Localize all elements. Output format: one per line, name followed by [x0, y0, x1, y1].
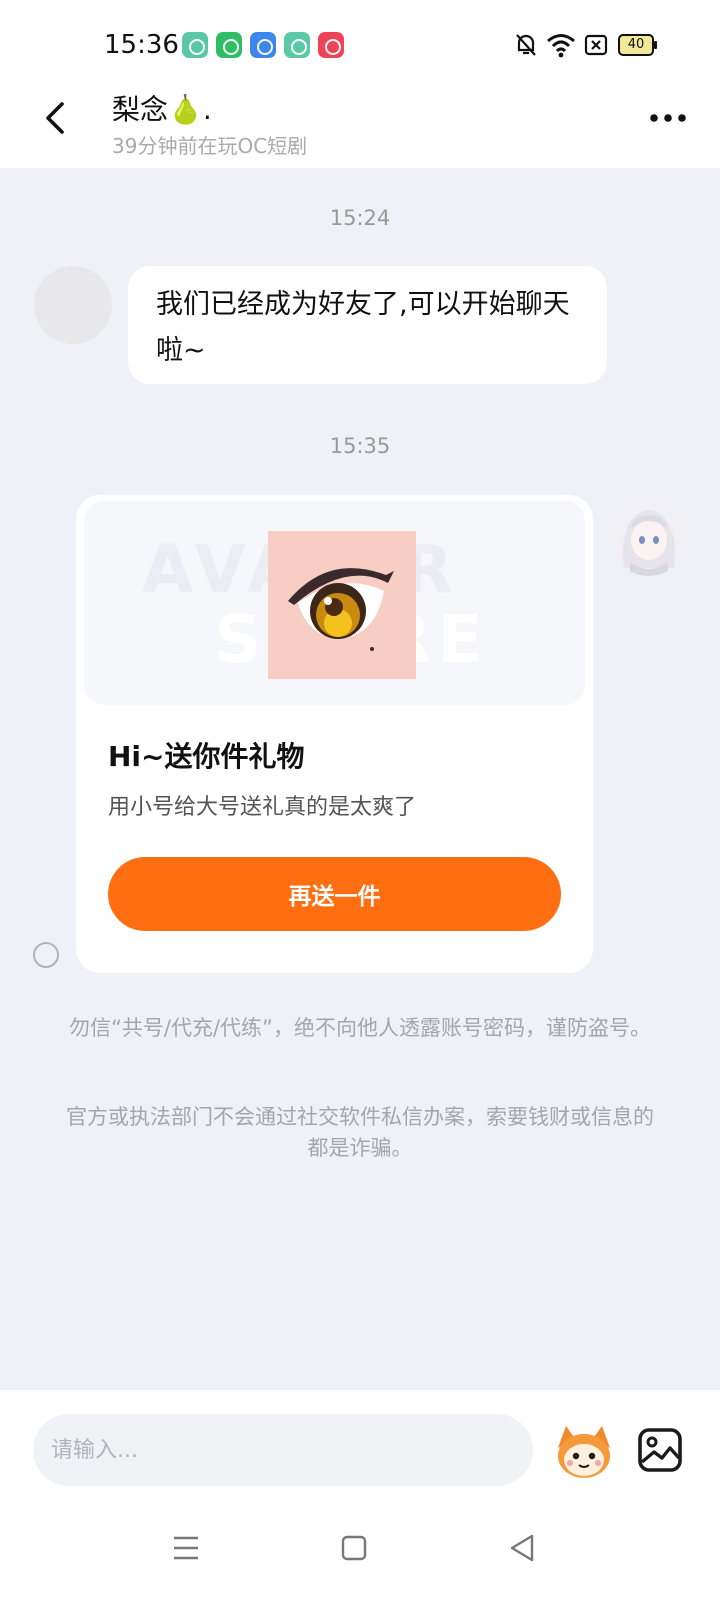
mascot-sticker-icon: [558, 1426, 610, 1478]
gift-title: Hi~送你件礼物: [108, 740, 305, 773]
triangle-back-icon: [510, 1534, 534, 1562]
no-sim-icon: [584, 34, 608, 56]
safety-notice-fraud: 官方或执法部门不会通过社交软件私信办案，索要钱财或信息的都是诈骗。: [66, 1105, 654, 1160]
chevron-left-icon: [46, 102, 64, 134]
shield-app-icon: [216, 32, 242, 58]
message-select-radio[interactable]: [33, 942, 59, 968]
gift-image[interactable]: [268, 531, 416, 679]
gift-card[interactable]: AVATAR STORE Hi~送你件礼物 用小号给大号送礼真的是太爽了 再送一…: [76, 495, 593, 973]
gift-description: 用小号给大号送礼真的是太爽了: [108, 795, 417, 820]
battery-icon: 40: [618, 34, 654, 56]
message-bubble[interactable]: 我们已经成为好友了,可以开始聊天啦~: [128, 266, 607, 384]
input-bar: [0, 1390, 720, 1500]
message-input[interactable]: [33, 1414, 533, 1486]
battery-level: 40: [627, 37, 645, 52]
send-image-button[interactable]: [636, 1426, 684, 1474]
video-app-icon: [318, 32, 344, 58]
message-timestamp: 15:35: [329, 434, 391, 458]
sticker-button[interactable]: [552, 1418, 616, 1482]
image-icon: [638, 1428, 682, 1472]
status-bar: 15:36 40: [0, 0, 720, 90]
home-button[interactable]: [334, 1528, 374, 1568]
safety-notice-account: 勿信“共号/代充/代练”，绝不向他人透露账号密码，谨防盗号。: [69, 1016, 651, 1040]
mute-bell-icon: [516, 34, 536, 56]
gift-banner: AVATAR STORE: [84, 501, 585, 705]
status-time: 15:36: [104, 30, 179, 60]
my-avatar[interactable]: [610, 498, 688, 576]
anime-avatar-icon: [610, 498, 688, 576]
message-timestamp: 15:24: [329, 206, 391, 230]
contact-avatar[interactable]: [34, 266, 112, 344]
upload-app-icon: [284, 32, 310, 58]
resend-gift-button[interactable]: 再送一件: [108, 857, 561, 931]
dollar-app-icon: [182, 32, 208, 58]
link-app-icon: [250, 32, 276, 58]
anime-eye-icon: [268, 531, 416, 679]
more-icon: [650, 114, 686, 122]
contact-name[interactable]: 梨念🍐.: [112, 88, 212, 128]
wifi-icon: [547, 34, 575, 58]
status-indicators: 40: [514, 32, 674, 58]
chat-area[interactable]: 15:24 我们已经成为好友了,可以开始聊天啦~ 15:35 AVATAR ST…: [0, 168, 720, 1390]
contact-status: 39分钟前在玩OC短剧: [112, 134, 308, 158]
menu-icon: [174, 1536, 198, 1560]
chat-header: 梨念🍐. 39分钟前在玩OC短剧: [0, 90, 720, 168]
back-nav-button[interactable]: [502, 1528, 542, 1568]
system-nav-bar: [0, 1500, 720, 1600]
back-button[interactable]: [36, 96, 72, 140]
recent-apps-button[interactable]: [166, 1528, 206, 1568]
more-options-button[interactable]: [648, 108, 688, 128]
battery-tip: [654, 41, 657, 49]
square-icon: [341, 1535, 367, 1561]
